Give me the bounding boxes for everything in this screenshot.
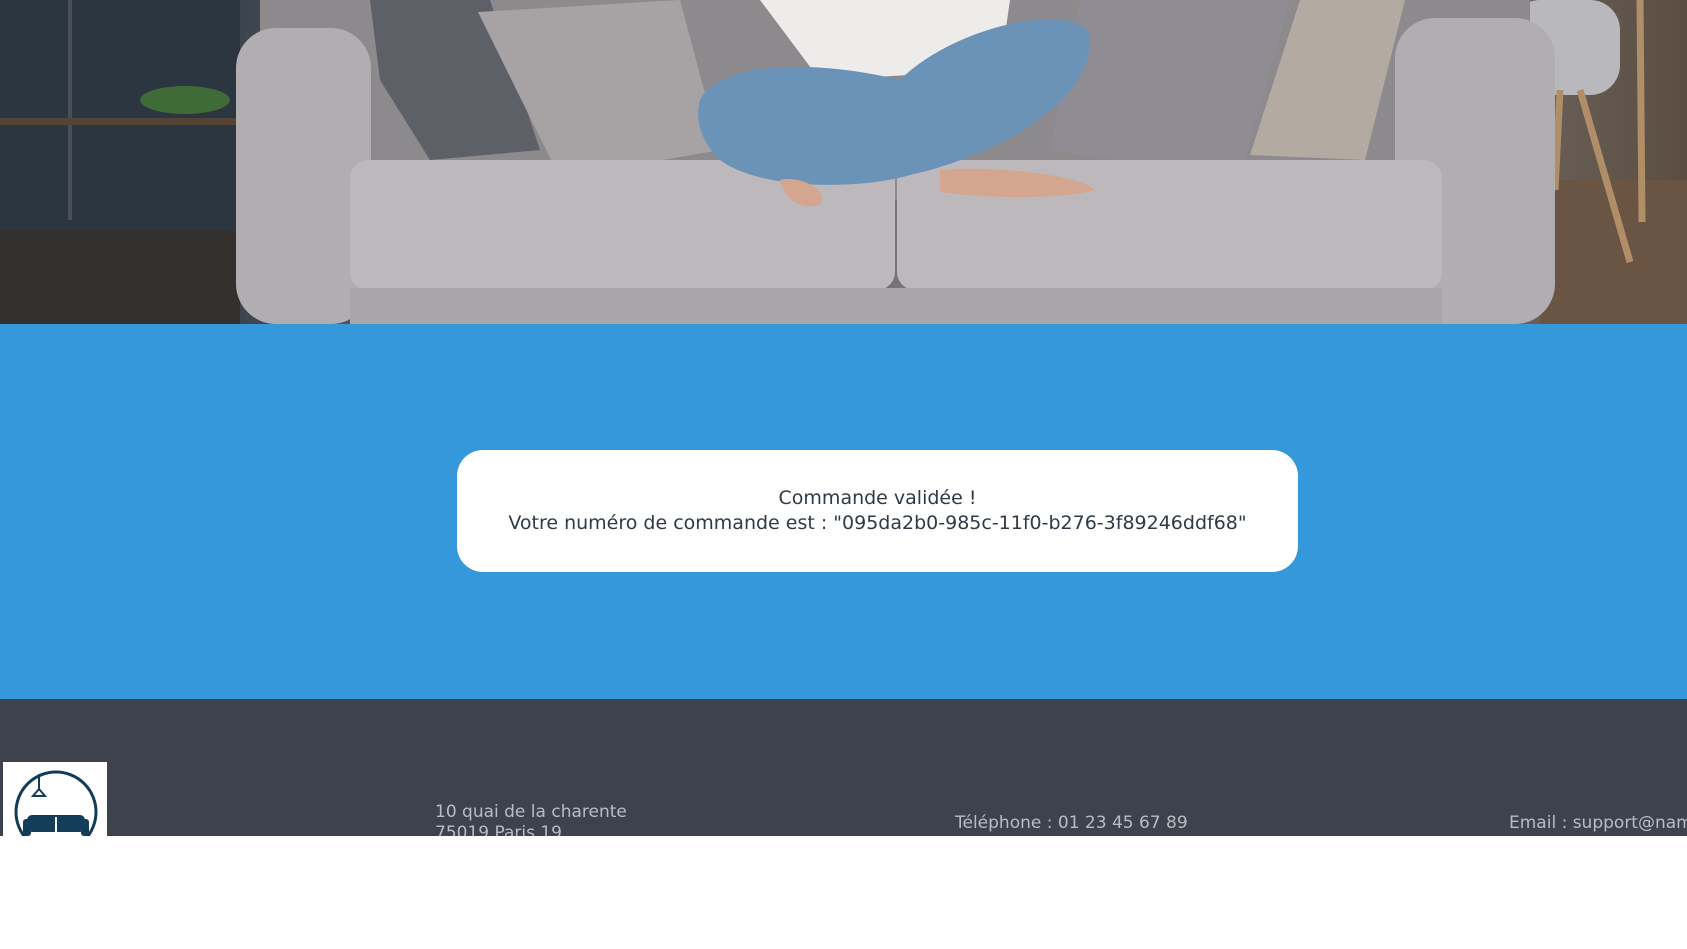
address-line-1: 10 quai de la charente [435,802,627,822]
sofa-lamp-icon [14,770,98,836]
footer-address: 10 quai de la charente 75019 Paris 19 [435,802,627,836]
chair-leg [1551,89,1564,191]
site-footer: 10 quai de la charente 75019 Paris 19 Té… [0,699,1687,836]
shelf-post [68,0,72,220]
order-number-message: Votre numéro de commande est : "095da2b0… [508,512,1247,534]
page-viewport: Commande validée ! Votre numéro de comma… [0,0,1687,836]
confirmation-title: Commande validée ! [778,487,977,509]
plant [140,86,230,114]
hero-illustration [0,0,1687,324]
chair-leg [1636,0,1646,223]
shelf-board [0,118,240,125]
floor-left [0,230,240,324]
address-line-2: 75019 Paris 19 [435,823,562,836]
footer-logo[interactable] [3,762,107,836]
footer-phone[interactable]: Téléphone : 01 23 45 67 89 [955,813,1188,833]
hero-image [0,0,1687,324]
order-confirmation-card: Commande validée ! Votre numéro de comma… [457,450,1298,572]
order-confirmation-section: Commande validée ! Votre numéro de comma… [0,324,1687,699]
footer-email[interactable]: Email : support@name.com [1509,813,1687,833]
sofa-base [350,288,1442,324]
